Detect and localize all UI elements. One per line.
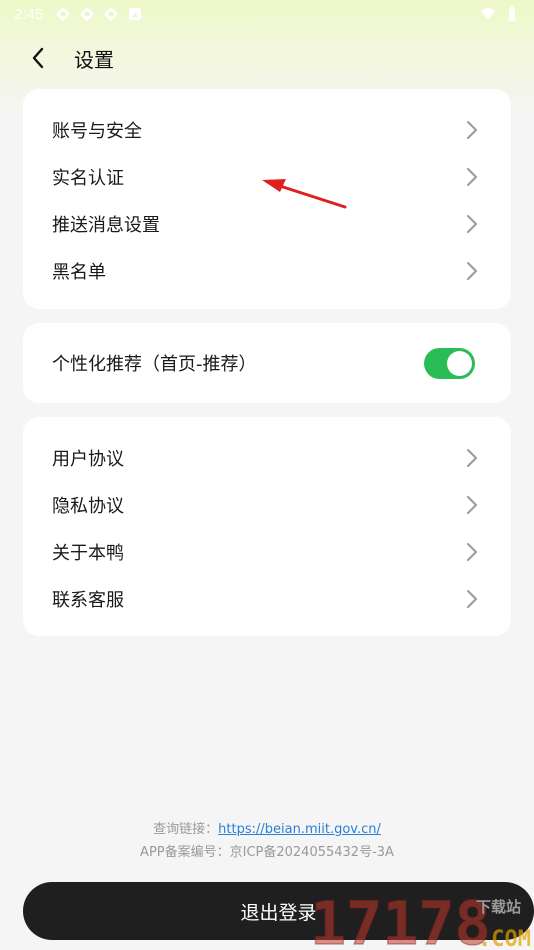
- app-notification-icon: [104, 7, 119, 21]
- settings-item-label: 推送消息设置: [52, 214, 160, 236]
- settings-item-privacy-agreement[interactable]: 隐私协议: [23, 481, 511, 528]
- beian-link[interactable]: https://beian.miit.gov.cn/: [218, 822, 381, 837]
- page-title: 设置: [74, 47, 114, 72]
- wifi-icon: [481, 8, 495, 20]
- settings-item-blacklist[interactable]: 黑名单: [23, 247, 511, 294]
- logout-button-label: 退出登录: [240, 901, 317, 924]
- settings-item-label: 实名认证: [52, 167, 124, 189]
- chevron-right-icon: [467, 448, 477, 467]
- toggle-knob: [447, 350, 472, 376]
- footer-query-prefix: 查询链接：: [153, 822, 219, 837]
- chevron-right-icon: [467, 167, 477, 186]
- battery-icon: [509, 6, 515, 21]
- chevron-right-icon: [467, 214, 477, 233]
- personalized-recommendation-label: 个性化推荐（首页-推荐）: [52, 354, 257, 375]
- settings-item-label: 账号与安全: [52, 120, 142, 142]
- about-card: 用户协议 隐私协议 关于本鸭 联系客服: [23, 417, 511, 636]
- settings-item-customer-service[interactable]: 联系客服: [23, 575, 511, 622]
- chevron-right-icon: [467, 542, 477, 561]
- status-bar: 2:45: [0, 0, 534, 28]
- footer-icp-number: APP备案编号：京ICP备2024055432号-3A: [140, 845, 394, 860]
- settings-item-account-security[interactable]: 账号与安全: [23, 106, 511, 153]
- chevron-right-icon: [467, 495, 477, 514]
- red-arrow-annotation: [262, 179, 347, 209]
- personalized-recommendation-row: 个性化推荐（首页-推荐）: [23, 323, 511, 403]
- image-notification-icon: [129, 8, 142, 20]
- chevron-left-icon: [32, 47, 44, 69]
- chevron-right-icon: [467, 120, 477, 139]
- settings-item-label: 黑名单: [52, 261, 106, 283]
- footer-query-line: 查询链接：https://beian.miit.gov.cn/: [0, 818, 534, 837]
- settings-item-label: 关于本鸭: [52, 542, 124, 564]
- personalized-recommendation-toggle[interactable]: [424, 347, 475, 379]
- settings-item-user-agreement[interactable]: 用户协议: [23, 434, 511, 481]
- system-icons: [480, 6, 520, 22]
- chevron-right-icon: [467, 261, 477, 280]
- logout-button[interactable]: 退出登录: [23, 882, 534, 940]
- app-notification-icon: [80, 7, 95, 21]
- recommendation-card: 个性化推荐（首页-推荐）: [23, 323, 511, 403]
- app-notification-icon: [56, 7, 71, 21]
- chevron-right-icon: [467, 589, 477, 608]
- settings-item-about[interactable]: 关于本鸭: [23, 528, 511, 575]
- settings-item-label: 隐私协议: [52, 495, 124, 517]
- header-bar: 设置: [0, 36, 534, 80]
- notification-icons: [55, 6, 143, 22]
- back-button[interactable]: [18, 36, 58, 80]
- settings-item-label: 联系客服: [52, 589, 124, 611]
- status-time: 2:45: [14, 5, 44, 23]
- settings-item-label: 用户协议: [52, 448, 124, 470]
